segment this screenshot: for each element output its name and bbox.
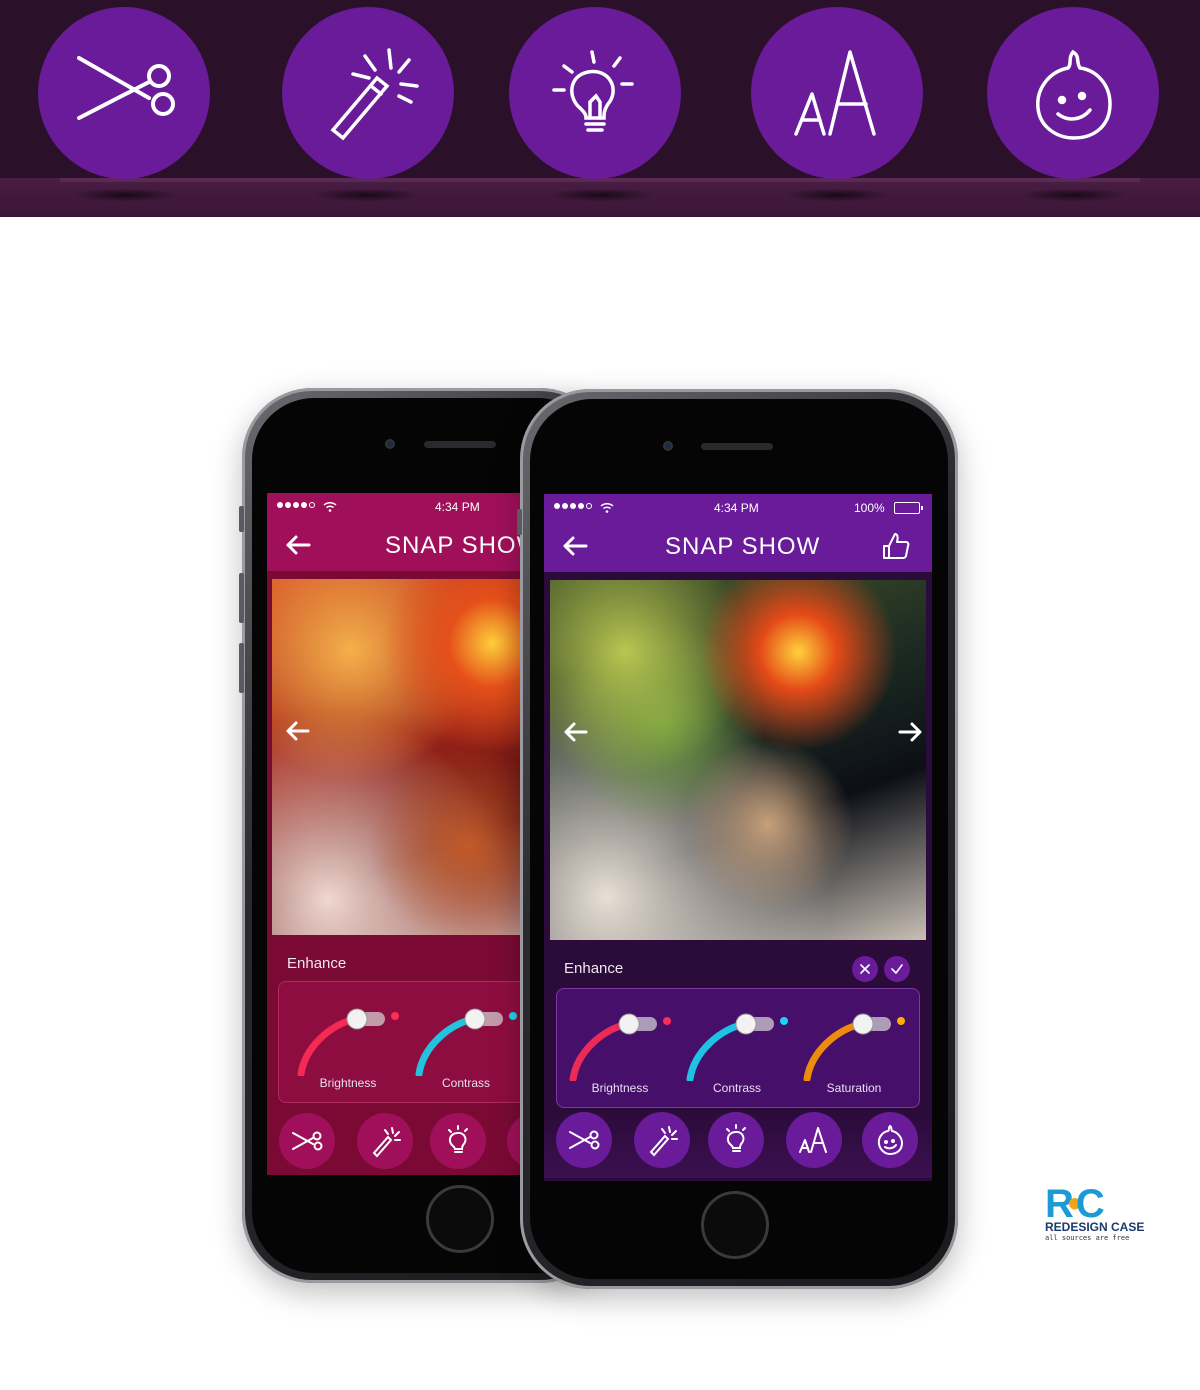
enhance-title: Enhance <box>564 960 624 977</box>
home-button[interactable] <box>701 1191 769 1259</box>
app-title: SNAP SHOW <box>385 532 541 559</box>
volume-up-button <box>239 573 244 623</box>
text-aa-icon <box>799 1127 827 1153</box>
previous-photo-arrow-icon[interactable] <box>562 720 590 744</box>
previous-photo-arrow-icon[interactable] <box>284 719 312 743</box>
magic-wand-icon <box>649 1126 678 1157</box>
text-aa-icon[interactable] <box>751 7 923 179</box>
earpiece-speaker <box>424 441 496 448</box>
tool-text-button[interactable] <box>786 1112 842 1168</box>
redesign-case-logo: R•C REDESIGN CASE all sources are free <box>1043 1182 1145 1244</box>
wifi-icon <box>600 502 614 513</box>
phone-front: 4:34 PM 100% SNAP SHOW Enhance Brightnes… <box>517 389 958 1289</box>
volume-down-button <box>239 643 244 693</box>
face-drop-icon <box>877 1124 904 1156</box>
status-time: 4:34 PM <box>435 500 480 514</box>
check-icon <box>891 964 903 974</box>
tool-enhance-button[interactable] <box>634 1112 690 1168</box>
back-arrow-icon[interactable] <box>560 534 590 558</box>
tool-light-button[interactable] <box>430 1113 486 1169</box>
brightness-slider[interactable]: Brightness <box>293 996 403 1096</box>
mute-switch <box>239 506 244 532</box>
app-title: SNAP SHOW <box>665 533 821 560</box>
icon-banner <box>0 0 1200 217</box>
logo-tagline: all sources are free <box>1045 1234 1130 1242</box>
mute-switch <box>517 509 522 535</box>
wifi-icon <box>323 501 337 512</box>
face-drop-icon[interactable] <box>987 7 1159 179</box>
brightness-label: Brightness <box>319 1076 377 1090</box>
icon-shadow <box>546 188 656 202</box>
saturation-slider[interactable]: Saturation <box>799 1001 909 1101</box>
showcase-canvas: 4:34 PM SNAP SHOW Enhance Brightness Con… <box>0 0 1200 1390</box>
status-bar: 4:34 PM 100% <box>544 494 932 520</box>
tool-cut-button[interactable] <box>279 1113 335 1169</box>
front-camera <box>663 441 673 451</box>
contrast-slider[interactable]: Contrass <box>682 1001 792 1101</box>
contrast-slider[interactable]: Contrass <box>411 996 521 1096</box>
back-arrow-icon[interactable] <box>283 533 313 557</box>
icon-shadow <box>782 188 892 202</box>
logo-name: REDESIGN CASE <box>1045 1220 1145 1234</box>
slider-group: Brightness Contrass <box>556 988 920 1108</box>
nav-bar: SNAP SHOW <box>544 520 932 572</box>
battery-percent: 100% <box>854 501 885 515</box>
earpiece-speaker <box>701 443 773 450</box>
logo-mark: R•C <box>1045 1182 1105 1226</box>
front-camera <box>385 439 395 449</box>
enhance-title: Enhance <box>287 955 347 972</box>
brightness-slider[interactable]: Brightness <box>565 1001 675 1101</box>
home-button[interactable] <box>426 1185 494 1253</box>
saturation-label: Saturation <box>826 1081 882 1095</box>
battery-icon <box>894 502 923 514</box>
tool-light-button[interactable] <box>708 1112 764 1168</box>
cancel-button[interactable] <box>852 956 878 982</box>
photo-preview <box>550 580 926 940</box>
enhance-panel: Enhance Brightness <box>544 950 932 1110</box>
apply-button[interactable] <box>884 956 910 982</box>
magic-wand-icon <box>372 1127 401 1158</box>
signal-icon <box>277 502 315 508</box>
lightbulb-icon <box>448 1125 468 1153</box>
phone-front-screen: 4:34 PM 100% SNAP SHOW Enhance Brightnes… <box>544 494 932 1181</box>
next-photo-arrow-icon[interactable] <box>896 720 924 744</box>
tool-bar <box>544 1112 932 1178</box>
scissors-icon <box>569 1130 600 1150</box>
signal-icon <box>554 503 592 509</box>
close-icon <box>860 964 870 974</box>
tool-sticker-button[interactable] <box>862 1112 918 1168</box>
lightbulb-icon[interactable] <box>509 7 681 179</box>
tool-cut-button[interactable] <box>556 1112 612 1168</box>
magic-wand-icon[interactable] <box>282 7 454 179</box>
scissors-icon <box>292 1131 323 1151</box>
tool-enhance-button[interactable] <box>357 1113 413 1169</box>
thumbs-up-icon[interactable] <box>880 530 912 562</box>
scissors-icon[interactable] <box>38 7 210 179</box>
brightness-label: Brightness <box>591 1081 649 1095</box>
contrast-label: Contrass <box>441 1076 491 1090</box>
icon-shadow <box>70 188 180 202</box>
icon-shadow <box>1018 188 1128 202</box>
icon-shadow <box>312 188 422 202</box>
status-time: 4:34 PM <box>714 501 759 515</box>
contrast-label: Contrass <box>712 1081 762 1095</box>
lightbulb-icon <box>726 1124 746 1152</box>
